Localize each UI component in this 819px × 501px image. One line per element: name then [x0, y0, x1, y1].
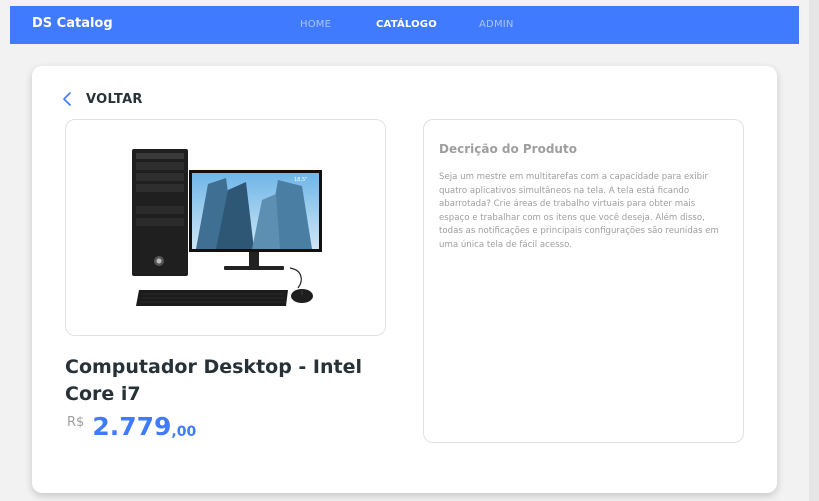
description-title: Decrição do Produto [439, 142, 577, 156]
product-price: R$ 2.779 ,00 [67, 412, 196, 442]
chevron-left-icon [63, 92, 71, 106]
description-text: Seja um mestre em multitarefas com a cap… [439, 172, 719, 250]
brand-logo-link[interactable]: DS Catalog [32, 16, 113, 31]
back-button[interactable]: VOLTAR [62, 90, 143, 108]
nav-link-catalog[interactable]: CATÁLOGO [376, 19, 437, 30]
price-currency: R$ [67, 415, 85, 430]
scrollbar-gutter[interactable] [809, 0, 819, 501]
product-image: 18,5" [132, 149, 322, 306]
product-description-card: Decrição do Produto Seja um mestre em mu… [423, 119, 744, 443]
price-decimals: ,00 [171, 424, 197, 440]
nav-link-admin[interactable]: ADMIN [479, 19, 514, 30]
price-integer: 2.779 [92, 412, 172, 441]
product-image-container: 18,5" [65, 119, 386, 336]
screen-size-label: 18,5" [294, 177, 307, 183]
product-name: Computador Desktop - Intel Core i7 [65, 356, 362, 405]
back-label: VOLTAR [86, 91, 143, 107]
navbar: DS Catalog HOME CATÁLOGO ADMIN [10, 6, 799, 44]
nav-link-home[interactable]: HOME [300, 19, 331, 30]
product-details-card: VOLTAR 18,5" Computador Desktop - Intel … [32, 66, 777, 493]
